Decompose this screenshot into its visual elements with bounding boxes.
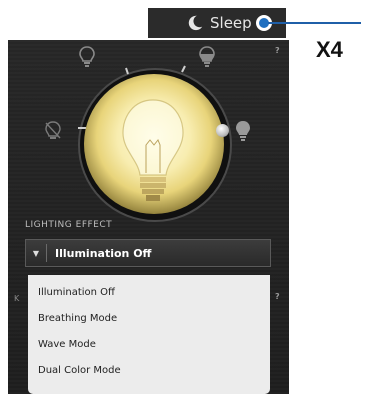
sleep-tab[interactable]: Sleep (148, 8, 286, 38)
sleep-label: Sleep (210, 14, 252, 32)
help-icon[interactable]: ? (275, 292, 280, 301)
menu-item-dual-color-mode[interactable]: Dual Color Mode (38, 365, 121, 376)
callout-line (268, 22, 361, 24)
partial-label-k: K (14, 294, 20, 303)
dropdown-divider (46, 244, 47, 262)
lighting-effect-selected: Illumination Off (55, 246, 152, 260)
dial-knob[interactable] (216, 124, 229, 137)
callout-label: X4 (316, 37, 343, 62)
lighting-effect-label: LIGHTING EFFECT (25, 220, 113, 230)
menu-item-breathing-mode[interactable]: Breathing Mode (38, 313, 117, 324)
brightness-dial[interactable] (8, 40, 289, 240)
menu-item-wave-mode[interactable]: Wave Mode (38, 339, 96, 350)
bulb-off-icon (45, 121, 61, 139)
dropdown-arrow-icon: ▼ (32, 248, 40, 258)
moon-icon (188, 15, 203, 31)
lighting-effect-menu: Illumination Off Breathing Mode Wave Mod… (28, 275, 270, 394)
menu-item-illumination-off[interactable]: Illumination Off (38, 287, 115, 298)
lighting-effect-dropdown[interactable]: ▼ Illumination Off (25, 239, 271, 267)
bulb-filament-icon (122, 99, 184, 201)
